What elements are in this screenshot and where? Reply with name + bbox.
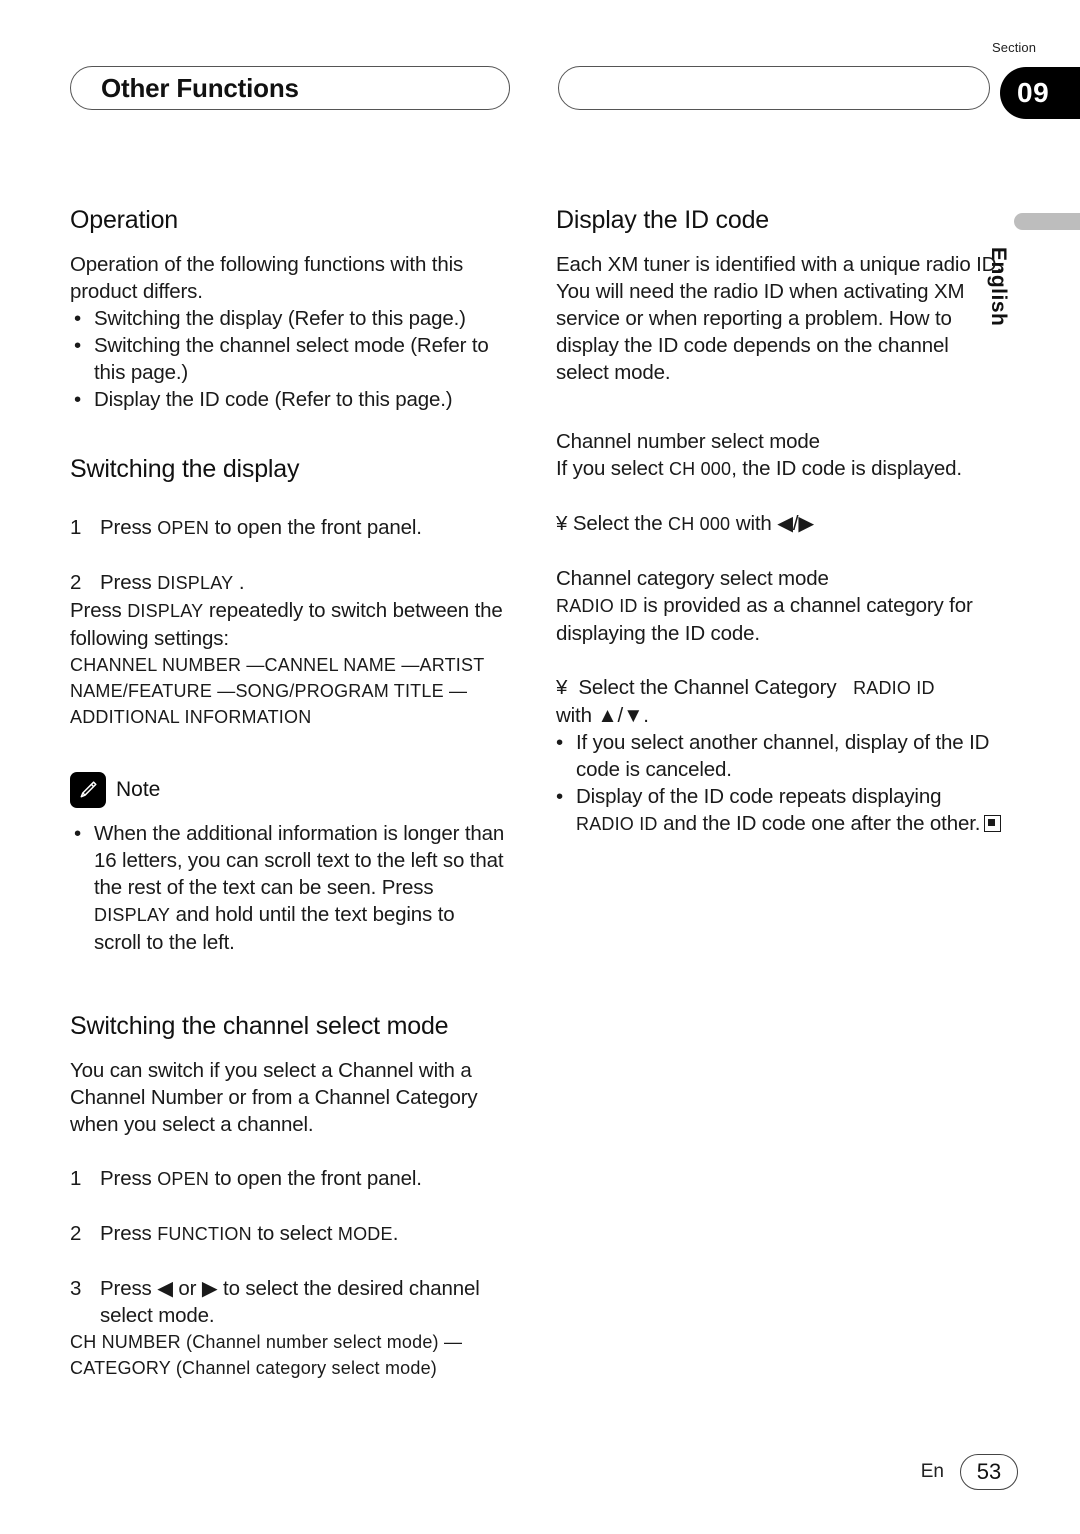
step-press-function: 2 Press FUNCTION to select MODE.	[70, 1220, 506, 1248]
step-text-cont: .	[238, 571, 245, 594]
channel-mode-intro: You can switch if you select a Channel w…	[70, 1059, 478, 1136]
page-footer: En 53	[921, 1454, 1018, 1490]
step-press-display: 2 Press DISPLAY .	[70, 569, 506, 597]
action-text: Select the	[572, 512, 663, 535]
step-press-display-detail: Press DISPLAY repeatedly to switch betwe…	[70, 597, 506, 652]
key-label: FUNCTION	[157, 1224, 252, 1244]
key-label-ch-000: CH 000	[668, 514, 731, 534]
key-label: DISPLAY	[157, 573, 234, 593]
action-select-radio-id-category: ¥ Select the Channel Category RADIO ID w…	[556, 674, 1004, 729]
bullet-text: Display of the ID code repeats displayin…	[576, 785, 942, 808]
key-label-ch-number: CH NUMBER	[70, 1332, 181, 1352]
page-header: Other Functions	[0, 66, 1080, 120]
list-item: If you select another channel, display o…	[556, 729, 1004, 783]
step-text-mid: to select	[257, 1222, 333, 1245]
pencil-icon	[70, 772, 106, 808]
key-label-radio-id: RADIO ID	[853, 678, 935, 698]
key-label: DISPLAY	[127, 601, 204, 621]
list-item: Display of the ID code repeats displayin…	[556, 783, 1004, 838]
key-label: OPEN	[157, 1169, 210, 1189]
arrow-right-icon: ▶	[201, 1277, 218, 1300]
step-number: 2	[70, 1222, 82, 1245]
action-text-with: with	[735, 512, 772, 535]
step-number: 3	[70, 1277, 82, 1300]
step-text: Press	[100, 571, 152, 594]
heading-display-id-code: Display the ID code	[556, 206, 769, 234]
key-label: DISPLAY	[94, 905, 171, 925]
channel-mode-options: CH NUMBER (Channel number select mode) —…	[70, 1329, 506, 1381]
mode-description: (Channel number select mode) —	[186, 1332, 463, 1352]
action-marker: ¥	[556, 512, 568, 535]
list-item: Display the ID code (Refer to this page.…	[70, 386, 506, 413]
list-item: When the additional information is longe…	[70, 820, 506, 956]
channel-number-mode-text: If you select CH 000, the ID code is dis…	[556, 455, 1004, 483]
operation-bullet-list: Switching the display (Refer to this pag…	[70, 305, 506, 413]
step-open-front-panel: 1 Press OPEN to open the front panel.	[70, 514, 506, 542]
detail-text: Press	[70, 599, 122, 622]
heading-operation: Operation	[70, 206, 178, 234]
list-item: Switching the channel select mode (Refer…	[70, 332, 506, 386]
mode-text-cont: , the ID code is displayed.	[731, 457, 962, 480]
action-text: Select the Channel Category	[578, 676, 837, 699]
action-marker: ¥	[556, 676, 568, 699]
channel-category-mode-text: RADIO ID is provided as a channel catego…	[556, 592, 1004, 647]
step-text-or: or	[178, 1277, 197, 1300]
left-column: Operation Operation of the following fun…	[70, 206, 506, 1381]
id-code-bullet-list: If you select another channel, display o…	[556, 729, 1004, 838]
mode-description-2: (Channel category select mode)	[175, 1358, 437, 1378]
step-text: Press	[100, 516, 152, 539]
display-settings-chain: CHANNEL NUMBER —CANNEL NAME —ARTIST NAME…	[70, 655, 485, 727]
key-label-mode: MODE	[337, 1224, 393, 1244]
subheading-channel-number-select-mode: Channel number select mode	[556, 430, 820, 453]
step-open-front-panel-2: 1 Press OPEN to open the front panel.	[70, 1165, 506, 1193]
action-select-ch-000: ¥ Select the CH 000 with ◀/▶	[556, 510, 1004, 538]
page-number: 53	[960, 1454, 1018, 1490]
heading-switching-channel-select-mode: Switching the channel select mode	[70, 1012, 449, 1040]
step-text: Press	[100, 1277, 152, 1300]
page-title: Other Functions	[101, 72, 299, 103]
step-text: Press	[100, 1167, 152, 1190]
footer-language: En	[920, 1461, 944, 1482]
key-label-radio-id: RADIO ID	[576, 814, 658, 834]
step-text-cont: .	[392, 1222, 399, 1245]
arrow-up-down-icon: ▲/▼	[597, 704, 644, 727]
step-text: Press	[100, 1222, 152, 1245]
section-label: Section	[992, 40, 1037, 55]
subheading-channel-category-select-mode: Channel category select mode	[556, 567, 829, 590]
key-label: OPEN	[157, 518, 210, 538]
step-number: 2	[70, 571, 82, 594]
arrow-left-right-icon: ◀/▶	[777, 512, 814, 535]
note-header: Note	[70, 772, 506, 808]
step-number: 1	[70, 1167, 82, 1190]
heading-switching-display: Switching the display	[70, 455, 300, 483]
step-number: 1	[70, 516, 82, 539]
step-text-cont: to open the front panel.	[214, 516, 422, 539]
key-label-ch-000: CH 000	[668, 459, 732, 479]
action-text-period: .	[643, 704, 649, 727]
language-tab-bar	[1014, 213, 1080, 230]
bullet-text-cont: and the ID code one after the other.	[663, 812, 981, 835]
arrow-left-icon: ◀	[157, 1277, 173, 1300]
note-text: When the additional information is longe…	[94, 822, 505, 899]
chapter-title-box: Other Functions	[70, 66, 510, 110]
operation-intro: Operation of the following functions wit…	[70, 253, 464, 303]
section-number-badge: 09	[1000, 67, 1080, 119]
end-of-section-icon	[984, 815, 1002, 832]
action-text-with: with	[556, 704, 592, 727]
secondary-title-box	[558, 66, 990, 110]
mode-text: If you select	[556, 457, 664, 480]
right-column: Display the ID code Each XM tuner is ide…	[556, 206, 1004, 838]
note-bullet-list: When the additional information is longe…	[70, 820, 506, 956]
list-item: Switching the display (Refer to this pag…	[70, 305, 506, 332]
key-label-radio-id: RADIO ID	[556, 596, 638, 616]
step-select-channel-mode: 3 Press ◀ or ▶ to select the desired cha…	[70, 1275, 506, 1329]
note-label: Note	[116, 778, 161, 801]
display-id-intro: Each XM tuner is identified with a uniqu…	[556, 253, 1002, 384]
step-text-cont: to open the front panel.	[214, 1167, 422, 1190]
key-label-category: CATEGORY	[70, 1358, 171, 1378]
